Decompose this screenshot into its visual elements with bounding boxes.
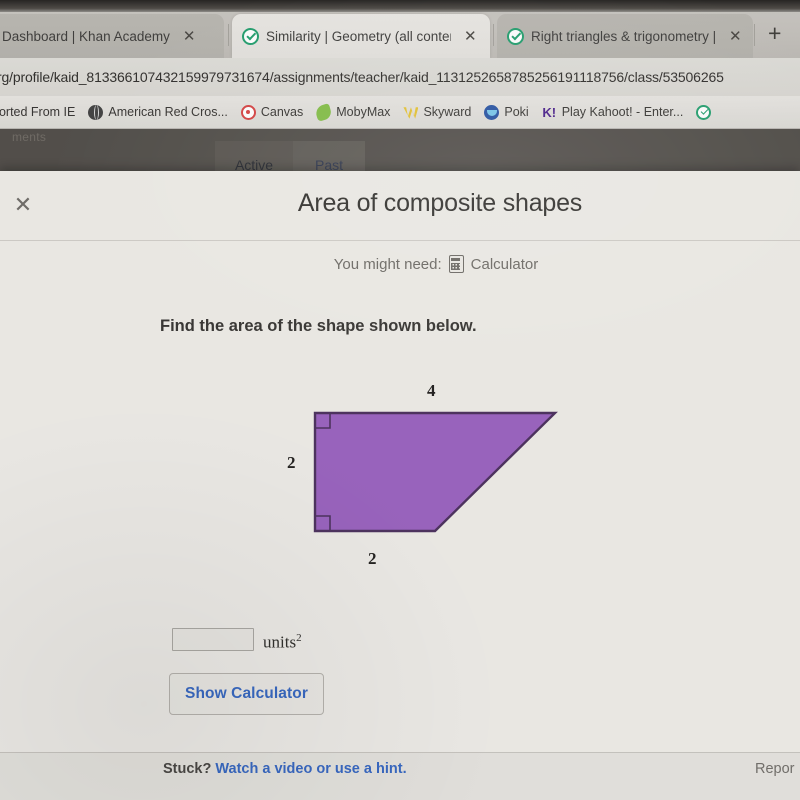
skyward-icon [403, 107, 419, 119]
browser-address-bar[interactable]: rg/profile/kaid_813366107432159979731674… [0, 58, 800, 96]
you-might-need-row: You might need: Calculator [0, 255, 800, 273]
modal-header: ✕ Area of composite shapes [0, 171, 800, 241]
tab-separator [754, 24, 755, 46]
browser-tab-2[interactable]: Right triangles & trigonometry | ✕ [497, 14, 753, 58]
bookmark-american-red-cross[interactable]: American Red Cros... [88, 104, 228, 120]
khan-academy-icon [696, 104, 712, 120]
answer-row: units2 [172, 628, 302, 651]
new-tab-button[interactable]: + [768, 22, 781, 45]
assignments-heading-ghost: ments [12, 130, 47, 144]
page-title: Area of composite shapes [297, 189, 583, 217]
calculator-icon [448, 255, 464, 273]
close-icon[interactable]: ✕ [729, 29, 742, 44]
figure-label-bottom: 2 [368, 549, 377, 568]
units-text: units [263, 632, 297, 652]
answer-input[interactable] [172, 628, 254, 651]
bookmark-poki[interactable]: Poki [484, 104, 529, 120]
bookmark-play-kahoot[interactable]: K! Play Kahoot! - Enter... [542, 104, 684, 120]
bookmark-label: Play Kahoot! - Enter... [561, 105, 684, 119]
bookmark-label: Poki [504, 105, 529, 119]
url-text: rg/profile/kaid_813366107432159979731674… [0, 69, 724, 85]
close-icon[interactable]: ✕ [183, 29, 196, 44]
browser-tab-strip: Dashboard | Khan Academy ✕ Similarity | … [0, 0, 800, 58]
modal-footer: Stuck? Watch a video or use a hint. Repo… [0, 752, 800, 800]
khan-academy-favicon-icon [242, 27, 259, 45]
bookmark-skyward[interactable]: Skyward [403, 105, 471, 120]
bookmark-label: American Red Cros... [108, 105, 228, 119]
bookmark-khan-academy[interactable] [696, 104, 716, 120]
question-prompt: Find the area of the shape shown below. [160, 317, 477, 335]
trapezoid-shape [313, 411, 558, 533]
report-problem-link[interactable]: Repor [755, 761, 795, 777]
units-exponent: 2 [296, 631, 302, 644]
stuck-row: Stuck? Watch a video or use a hint. [163, 761, 407, 777]
exercise-modal: ✕ Area of composite shapes You might nee… [0, 171, 800, 800]
screen-photo: Dashboard | Khan Academy ✕ Similarity | … [0, 0, 800, 800]
bookmark-label: MobyMax [336, 105, 391, 119]
calculator-link[interactable]: Calculator [471, 256, 539, 273]
browser-tab-title: Similarity | Geometry (all content [266, 28, 451, 44]
units-label: units2 [263, 631, 302, 652]
canvas-icon [240, 104, 256, 120]
figure-label-left: 2 [287, 453, 296, 472]
browser-tab-1[interactable]: Similarity | Geometry (all content ✕ [232, 14, 490, 58]
khan-academy-favicon-icon [507, 27, 524, 45]
browser-tab-0[interactable]: Dashboard | Khan Academy ✕ [0, 14, 224, 58]
trapezoid-svg [313, 411, 558, 533]
bookmark-label: ported From IE [0, 105, 76, 119]
globe-icon [88, 104, 104, 120]
close-icon[interactable]: ✕ [464, 29, 477, 44]
browser-tab-title: Dashboard | Khan Academy [2, 28, 170, 44]
bookmark-mobymax[interactable]: MobyMax [314, 102, 391, 122]
mobymax-icon [314, 102, 334, 122]
bookmarks-bar: ported From IE American Red Cros... Canv… [0, 96, 800, 129]
composite-shape-figure: 4 2 2 [255, 381, 595, 576]
kahoot-icon: K! [542, 104, 557, 120]
tab-separator [493, 24, 494, 46]
you-might-need-label: You might need: [333, 255, 442, 273]
browser-tab-title: Right triangles & trigonometry | [531, 28, 716, 44]
watch-video-hint-link[interactable]: Watch a video or use a hint. [215, 761, 406, 777]
bookmark-label: Canvas [260, 105, 304, 119]
poki-icon [484, 104, 500, 120]
stuck-label: Stuck? [163, 761, 212, 777]
bookmark-imported-from-ie[interactable]: ported From IE [0, 105, 75, 119]
tab-separator [228, 24, 229, 46]
bookmark-canvas[interactable]: Canvas [240, 104, 304, 120]
show-calculator-button[interactable]: Show Calculator [169, 673, 324, 715]
figure-label-top: 4 [427, 381, 436, 400]
bookmark-label: Skyward [423, 105, 472, 119]
